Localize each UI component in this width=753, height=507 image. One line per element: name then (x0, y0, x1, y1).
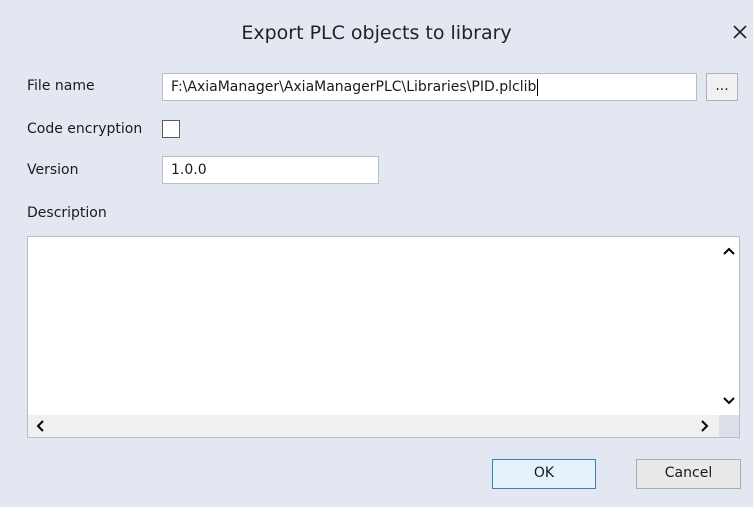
version-label: Version (27, 162, 79, 178)
code-encryption-checkbox[interactable] (162, 120, 180, 138)
close-button[interactable] (728, 16, 752, 44)
cancel-button[interactable]: Cancel (636, 459, 741, 489)
chevron-up-icon[interactable] (723, 247, 735, 255)
text-caret (537, 78, 539, 96)
scrollbar-corner (719, 415, 739, 437)
chevron-down-icon[interactable] (723, 397, 735, 405)
close-icon (733, 24, 747, 39)
code-encryption-label: Code encryption (27, 121, 143, 137)
description-textarea[interactable] (27, 236, 740, 438)
version-value: 1.0.0 (171, 162, 207, 178)
export-dialog: Export PLC objects to library File name … (0, 0, 753, 507)
version-input[interactable]: 1.0.0 (162, 156, 379, 184)
chevron-right-icon[interactable] (701, 420, 709, 432)
dialog-title: Export PLC objects to library (241, 22, 512, 44)
file-name-input[interactable]: F:\AxiaManager\AxiaManagerPLC\Libraries\… (162, 73, 697, 101)
ellipsis-icon: ... (715, 78, 729, 94)
chevron-left-icon[interactable] (36, 420, 44, 432)
title-bar: Export PLC objects to library (0, 0, 753, 70)
ok-button[interactable]: OK (492, 459, 596, 489)
horizontal-scrollbar[interactable] (28, 415, 719, 437)
vertical-scrollbar[interactable] (719, 237, 739, 415)
file-name-label: File name (27, 78, 95, 94)
browse-button[interactable]: ... (706, 73, 738, 101)
file-name-value: F:\AxiaManager\AxiaManagerPLC\Libraries\… (171, 79, 537, 95)
description-label: Description (27, 205, 107, 221)
